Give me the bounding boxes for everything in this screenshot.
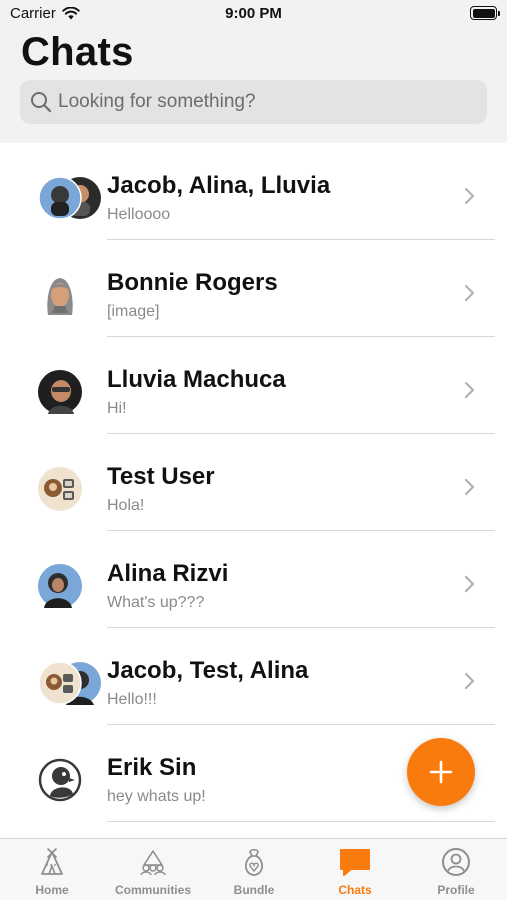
chevron-right-icon	[464, 672, 475, 690]
person-avatar	[38, 467, 82, 511]
chat-preview: [image]	[107, 303, 160, 320]
chat-row[interactable]: Test User Hola!	[0, 434, 507, 531]
new-chat-button[interactable]	[407, 738, 475, 806]
chat-preview: Helloooo	[107, 206, 171, 223]
chevron-right-icon	[464, 284, 475, 302]
group-avatar	[38, 176, 101, 220]
person-avatar	[38, 370, 82, 414]
page-title: Chats	[21, 30, 134, 74]
chat-name: Test User	[107, 463, 215, 490]
chat-name: Bonnie Rogers	[107, 269, 278, 296]
tab-label: Home	[35, 883, 69, 897]
search-input[interactable]	[58, 91, 478, 113]
person-avatar	[38, 758, 82, 802]
plus-icon	[429, 760, 453, 784]
chat-name: Lluvia Machuca	[107, 366, 286, 393]
chat-row[interactable]: Bonnie Rogers [image]	[0, 240, 507, 337]
tab-communities[interactable]: Communities	[103, 839, 203, 900]
battery-icon	[470, 6, 500, 20]
chat-row[interactable]: Jacob, Test, Alina Hello!!!	[0, 628, 507, 725]
group-avatar	[38, 661, 101, 705]
communities-icon	[140, 850, 166, 876]
tab-bundle[interactable]: Bundle	[204, 839, 304, 900]
chat-name: Erik Sin	[107, 754, 197, 781]
person-avatar	[38, 564, 82, 608]
person-avatar	[47, 278, 73, 315]
status-bar: Carrier 9:00 PM	[0, 0, 507, 28]
chat-preview: Hola!	[107, 497, 145, 514]
chat-name: Jacob, Test, Alina	[107, 657, 309, 684]
chat-bubble-icon	[340, 849, 370, 876]
search-bar[interactable]	[20, 80, 487, 124]
bundle-icon	[244, 848, 264, 876]
tab-bar: Home Communities Bundle Chats Profile	[0, 838, 507, 900]
tab-label: Bundle	[233, 883, 275, 897]
chat-preview: Hello!!!	[107, 691, 157, 708]
chat-name: Jacob, Alina, Lluvia	[107, 172, 331, 199]
tipi-icon	[41, 848, 63, 875]
chevron-right-icon	[464, 381, 475, 399]
chat-row[interactable]: Alina Rizvi What's up???	[0, 531, 507, 628]
chat-preview: hey whats up!	[107, 788, 206, 805]
status-time: 9:00 PM	[225, 5, 282, 22]
chat-list: Jacob, Alina, Lluvia Helloooo Bonnie Rog…	[0, 143, 507, 822]
chevron-right-icon	[464, 575, 475, 593]
chat-preview: What's up???	[107, 594, 205, 611]
row-separator	[107, 821, 495, 822]
tab-label: Chats	[338, 883, 372, 897]
header: Carrier 9:00 PM Chats	[0, 0, 507, 143]
tab-chats[interactable]: Chats	[305, 839, 405, 900]
tab-label: Communities	[114, 883, 191, 897]
chevron-right-icon	[464, 187, 475, 205]
profile-icon	[442, 848, 470, 876]
search-icon	[31, 92, 52, 113]
chat-row[interactable]: Jacob, Alina, Lluvia Helloooo	[0, 143, 507, 240]
chat-preview: Hi!	[107, 400, 127, 417]
tab-profile[interactable]: Profile	[406, 839, 506, 900]
tab-label: Profile	[437, 883, 475, 897]
chat-row[interactable]: Lluvia Machuca Hi!	[0, 337, 507, 434]
chevron-right-icon	[464, 478, 475, 496]
chat-name: Alina Rizvi	[107, 560, 229, 587]
tab-home[interactable]: Home	[2, 839, 102, 900]
